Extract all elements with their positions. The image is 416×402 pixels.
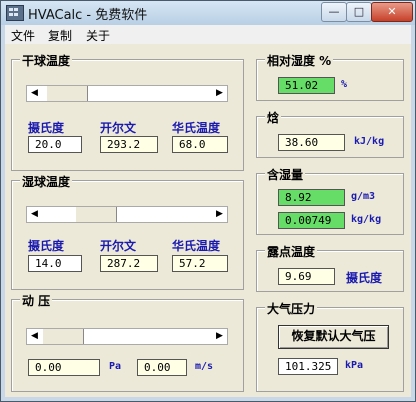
maximize-button[interactable]: □ — [346, 2, 372, 22]
dynamic-pressure-title: 动 压 — [20, 292, 53, 309]
slider-left-icon[interactable]: ◀ — [27, 207, 42, 222]
menu-copy[interactable]: 复制 — [48, 27, 72, 44]
slider-thumb[interactable] — [74, 207, 117, 222]
humidity-kgkg-field[interactable]: 0.00749 — [278, 212, 345, 229]
kjkg-unit: kJ/kg — [354, 136, 385, 147]
enthalpy-field[interactable]: 38.60 — [278, 134, 345, 151]
enthalpy-title: 焓 — [265, 109, 282, 126]
dry-bulb-title: 干球温度 — [20, 52, 73, 69]
fahrenheit-label: 华氏温度 — [172, 239, 221, 253]
slider-right-icon[interactable]: ▶ — [212, 329, 227, 344]
slider-right-icon[interactable]: ▶ — [212, 207, 227, 222]
atmospheric-pressure-field[interactable]: 101.325 — [278, 358, 338, 375]
client-area: 干球温度 ◀ ▶ 摄氏度 开尔文 华氏温度 20.0 293.2 68.0 湿球… — [5, 44, 411, 397]
percent-unit: % — [341, 79, 348, 90]
dry-bulb-panel: 干球温度 ◀ ▶ 摄氏度 开尔文 华氏温度 20.0 293.2 68.0 — [11, 52, 244, 171]
dry-fahrenheit-field[interactable]: 68.0 — [172, 136, 228, 153]
dynamic-pressure-panel: 动 压 ◀ ▶ 0.00 Pa 0.00 m/s — [11, 292, 244, 392]
relative-humidity-field[interactable]: 51.02 — [278, 77, 335, 94]
minimize-button[interactable]: — — [321, 2, 347, 22]
pressure-pa-field[interactable]: 0.00 — [28, 359, 100, 376]
atmospheric-pressure-title: 大气压力 — [265, 300, 318, 317]
window-title: HVACalc - 免费软件 — [28, 8, 148, 23]
velocity-field[interactable]: 0.00 — [137, 359, 187, 376]
wet-celsius-field[interactable]: 14.0 — [28, 255, 82, 272]
gm3-unit: g/m3 — [351, 191, 376, 202]
kpa-unit: kPa — [345, 360, 364, 371]
title-bar[interactable]: HVACalc - 免费软件 — □ ✕ — [1, 1, 415, 25]
close-button[interactable]: ✕ — [371, 2, 413, 22]
dew-point-panel: 露点温度 9.69 摄氏度 — [256, 243, 404, 292]
ms-unit: m/s — [195, 361, 214, 372]
dry-kelvin-field[interactable]: 293.2 — [100, 136, 158, 153]
dry-bulb-slider[interactable]: ◀ ▶ — [26, 85, 228, 102]
humidity-ratio-title: 含湿量 — [265, 166, 306, 183]
relative-humidity-panel: 相对湿度 % 51.02 % — [256, 52, 404, 101]
wet-kelvin-field[interactable]: 287.2 — [100, 255, 158, 272]
atmospheric-pressure-panel: 大气压力 恢复默认大气压 101.325 kPa — [256, 300, 404, 392]
slider-right-icon[interactable]: ▶ — [212, 86, 227, 101]
wet-fahrenheit-field[interactable]: 57.2 — [172, 255, 228, 272]
relative-humidity-title: 相对湿度 % — [265, 52, 334, 69]
wet-bulb-slider[interactable]: ◀ ▶ — [26, 206, 228, 223]
slider-thumb[interactable] — [45, 86, 88, 101]
pa-unit: Pa — [109, 361, 122, 372]
kgkg-unit: kg/kg — [351, 214, 382, 225]
menu-bar: 文件 复制 关于 — [5, 25, 411, 44]
celsius-label: 摄氏度 — [28, 121, 65, 135]
kelvin-label: 开尔文 — [100, 121, 137, 135]
dew-point-field[interactable]: 9.69 — [278, 268, 335, 285]
app-icon — [6, 5, 24, 21]
menu-about[interactable]: 关于 — [86, 27, 110, 44]
slider-left-icon[interactable]: ◀ — [27, 329, 42, 344]
dew-point-title: 露点温度 — [265, 243, 318, 260]
enthalpy-panel: 焓 38.60 kJ/kg — [256, 109, 404, 158]
dew-celsius-unit: 摄氏度 — [346, 271, 383, 285]
humidity-ratio-panel: 含湿量 8.92 g/m3 0.00749 kg/kg — [256, 166, 404, 235]
slider-left-icon[interactable]: ◀ — [27, 86, 42, 101]
app-window: HVACalc - 免费软件 — □ ✕ 文件 复制 关于 干球温度 ◀ ▶ 摄… — [0, 0, 416, 402]
dynamic-pressure-slider[interactable]: ◀ ▶ — [26, 328, 228, 345]
slider-thumb[interactable] — [42, 329, 84, 344]
restore-default-pressure-button[interactable]: 恢复默认大气压 — [278, 325, 389, 349]
wet-bulb-panel: 湿球温度 ◀ ▶ 摄氏度 开尔文 华氏温度 14.0 287.2 57.2 — [11, 173, 244, 290]
menu-file[interactable]: 文件 — [11, 27, 35, 44]
wet-bulb-title: 湿球温度 — [20, 173, 73, 190]
dry-celsius-field[interactable]: 20.0 — [28, 136, 82, 153]
fahrenheit-label: 华氏温度 — [172, 121, 221, 135]
humidity-gm3-field[interactable]: 8.92 — [278, 189, 345, 206]
kelvin-label: 开尔文 — [100, 239, 137, 253]
celsius-label: 摄氏度 — [28, 239, 65, 253]
